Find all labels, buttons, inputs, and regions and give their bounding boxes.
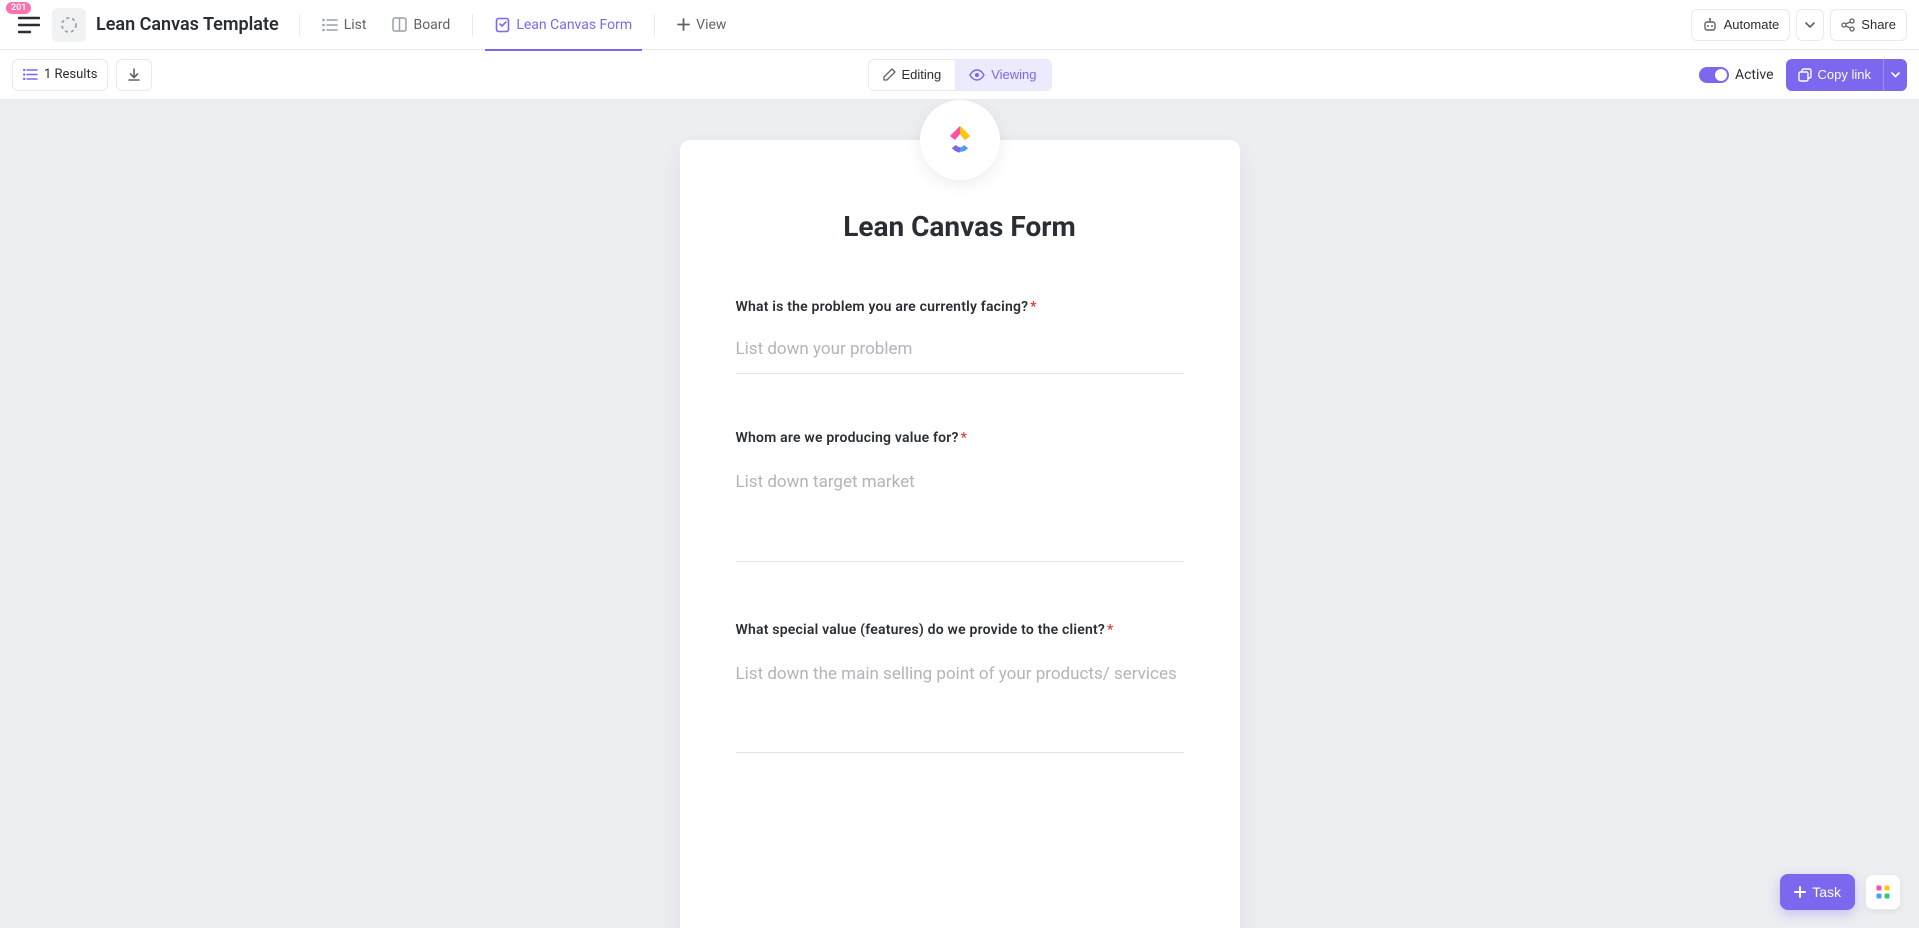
tab-list[interactable]: List <box>312 0 377 50</box>
results-icon <box>23 68 38 81</box>
field-label: Whom are we producing value for?* <box>736 430 1184 446</box>
results-button[interactable]: 1 Results <box>12 59 108 91</box>
board-icon <box>392 17 407 32</box>
top-header: 201 Lean Canvas Template List Board Lean… <box>0 0 1919 50</box>
tab-add-view[interactable]: View <box>667 0 736 50</box>
pencil-icon <box>882 68 895 81</box>
dashed-circle-icon <box>60 16 78 34</box>
mode-viewing-label: Viewing <box>991 67 1036 82</box>
form-logo <box>920 100 1000 180</box>
divider <box>472 14 473 36</box>
chevron-down-icon <box>1891 72 1900 78</box>
required-marker: * <box>961 430 967 446</box>
tab-label: View <box>696 17 726 33</box>
copy-link-label: Copy link <box>1818 67 1871 82</box>
required-marker: * <box>1107 622 1113 638</box>
share-icon <box>1841 18 1855 32</box>
mode-toggle-group: Editing Viewing <box>867 59 1051 91</box>
page-title[interactable]: Lean Canvas Template <box>96 14 279 35</box>
active-toggle: Active <box>1699 67 1774 83</box>
active-switch[interactable] <box>1699 67 1729 83</box>
plus-icon <box>677 18 690 31</box>
apps-grid-icon <box>1875 884 1891 900</box>
form-title: Lean Canvas Form <box>736 210 1184 243</box>
mode-viewing-button[interactable]: Viewing <box>955 60 1050 90</box>
clickup-logo-icon <box>940 120 980 160</box>
form-field-value-for: Whom are we producing value for?* <box>736 430 1184 566</box>
menu-button[interactable]: 201 <box>12 8 46 42</box>
field-label: What is the problem you are currently fa… <box>736 299 1184 315</box>
form-icon <box>495 17 510 33</box>
chevron-down-icon <box>1805 22 1815 28</box>
mode-editing-label: Editing <box>901 67 941 82</box>
form-canvas[interactable]: Lean Canvas Form What is the problem you… <box>0 100 1919 928</box>
tab-board[interactable]: Board <box>382 0 460 50</box>
form-card: Lean Canvas Form What is the problem you… <box>680 140 1240 928</box>
form-field-problem: What is the problem you are currently fa… <box>736 299 1184 374</box>
download-button[interactable] <box>116 59 152 91</box>
tab-label: Board <box>413 17 450 33</box>
download-icon <box>127 68 141 82</box>
floating-actions: Task <box>1780 874 1901 910</box>
mode-editing-button[interactable]: Editing <box>868 60 955 90</box>
divider <box>654 14 655 36</box>
automate-dropdown-button[interactable] <box>1796 9 1824 41</box>
share-button[interactable]: Share <box>1830 9 1907 41</box>
copy-link-group: Copy link <box>1786 59 1907 91</box>
field-input-special-value[interactable] <box>736 656 1184 754</box>
copy-icon <box>1798 68 1812 82</box>
active-label: Active <box>1735 67 1774 83</box>
template-avatar[interactable] <box>52 8 86 42</box>
field-label: What special value (features) do we prov… <box>736 622 1184 638</box>
automate-button[interactable]: Automate <box>1691 9 1791 41</box>
divider <box>299 14 300 36</box>
plus-icon <box>1794 886 1806 898</box>
field-input-value-for[interactable] <box>736 464 1184 562</box>
form-toolbar: 1 Results Editing Viewing Active Copy li… <box>0 50 1919 100</box>
copy-link-button[interactable]: Copy link <box>1786 59 1883 91</box>
field-input-problem[interactable] <box>736 333 1184 374</box>
tab-label: Lean Canvas Form <box>516 17 632 33</box>
automate-label: Automate <box>1724 17 1780 32</box>
tab-lean-canvas-form[interactable]: Lean Canvas Form <box>485 0 642 50</box>
new-task-button[interactable]: Task <box>1780 874 1855 910</box>
share-label: Share <box>1861 17 1896 32</box>
form-field-special-value: What special value (features) do we prov… <box>736 622 1184 758</box>
copy-link-dropdown-button[interactable] <box>1883 59 1907 91</box>
task-label: Task <box>1812 884 1841 900</box>
results-label: 1 Results <box>44 67 97 82</box>
list-icon <box>322 18 338 32</box>
notification-badge: 201 <box>6 2 31 15</box>
robot-icon <box>1702 18 1718 32</box>
tab-label: List <box>344 17 367 33</box>
eye-icon <box>969 69 985 81</box>
required-marker: * <box>1030 299 1036 315</box>
apps-button[interactable] <box>1865 874 1901 910</box>
hamburger-icon <box>18 16 40 34</box>
